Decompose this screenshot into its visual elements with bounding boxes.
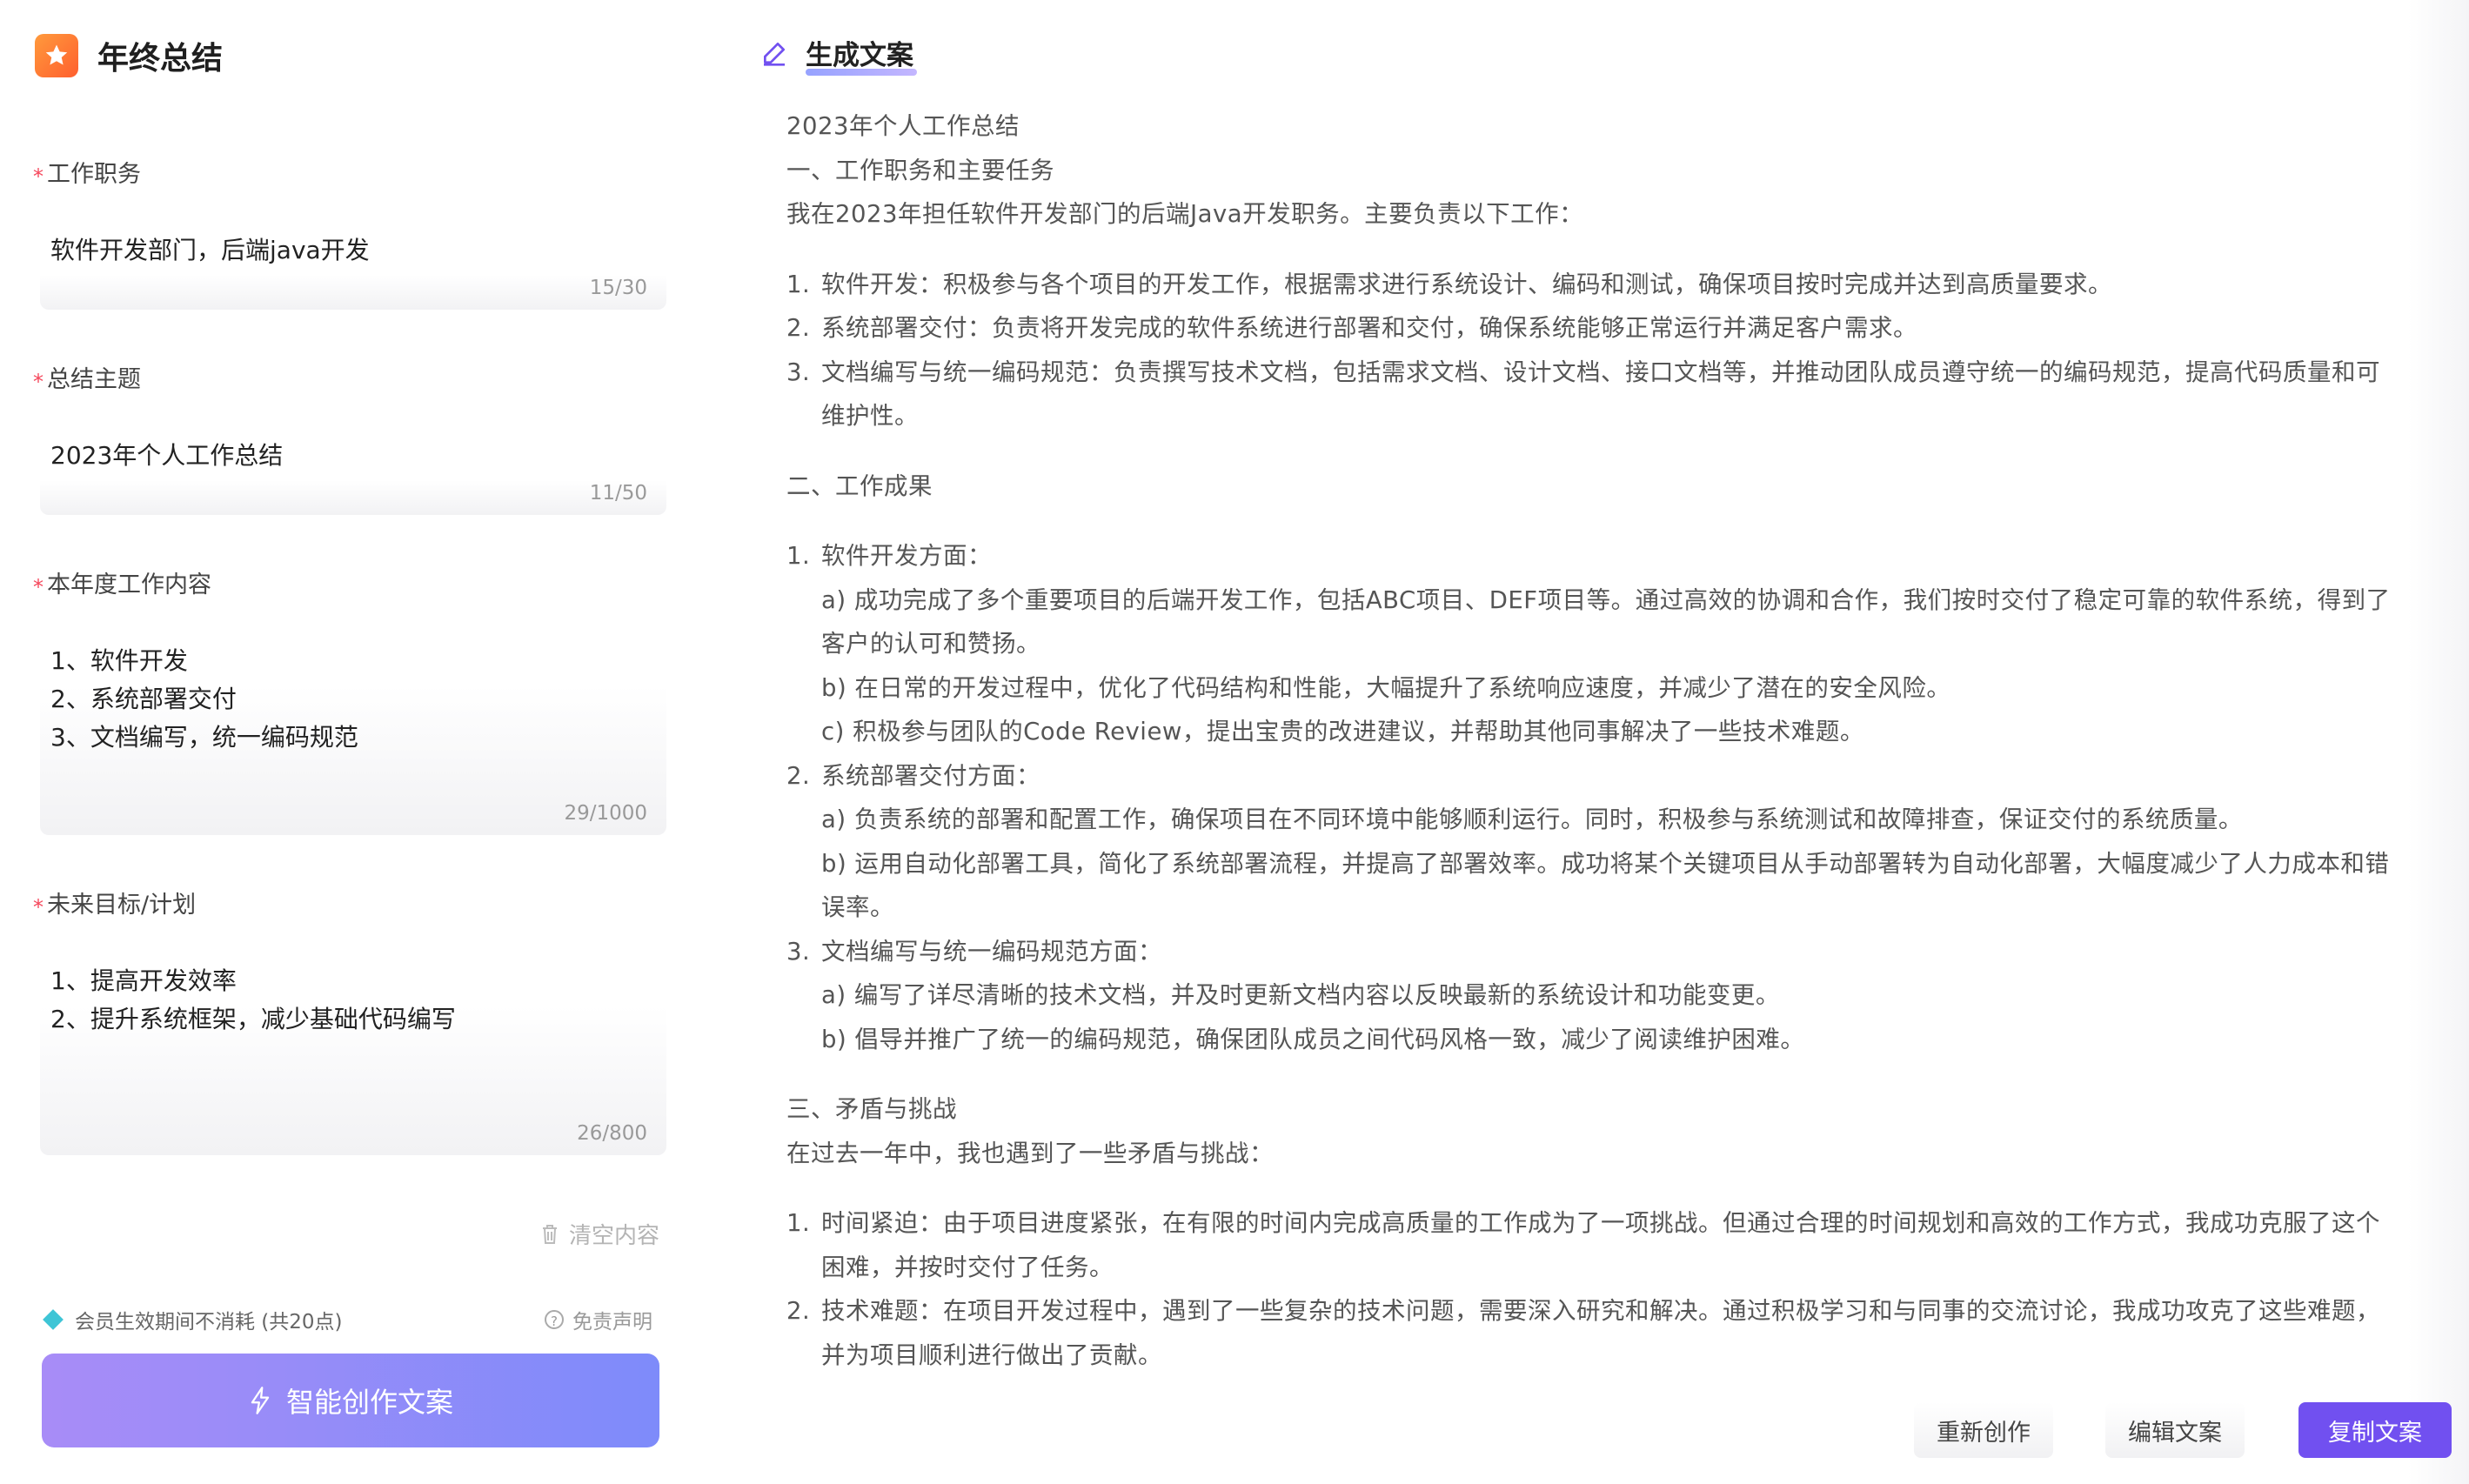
field-label-work: * 本年度工作内容	[33, 572, 211, 599]
char-count: 15/30	[589, 277, 647, 299]
copy-button[interactable]: 复制文案	[2298, 1402, 2452, 1458]
edit-button[interactable]: 编辑文案	[2105, 1402, 2245, 1458]
list-item: 3. 文档编写与统一编码规范方面：	[786, 937, 1162, 966]
list-item: 2. 系统部署交付：负责将开发完成的软件系统进行部署和交付，确保系统能够正常运行并…	[786, 314, 1917, 342]
char-count: 11/50	[589, 482, 647, 505]
sub-item: a) 负责系统的部署和配置工作，确保项目在不同环境中能够顺利运行。同时，积极参与…	[821, 806, 2243, 833]
disclaimer-link[interactable]: ? 免责声明	[545, 1305, 652, 1334]
text-line: 2023年个人工作总结	[786, 112, 1020, 140]
section-heading: 二、工作成果	[786, 471, 933, 500]
list-item: 2. 技术难题：在项目开发过程中，遇到了一些复杂的技术问题，需要深入研究和解决。通…	[786, 1297, 2380, 1369]
required-mark: *	[33, 370, 43, 394]
result-header: 生成文案	[760, 33, 917, 76]
create-label: 智能创作文案	[285, 1386, 453, 1419]
job-field[interactable]: 软件开发部门，后端java开发 15/30	[40, 223, 666, 310]
question-icon: ?	[545, 1310, 564, 1329]
char-count: 26/800	[577, 1122, 647, 1145]
sub-item: b) 运用自动化部署工具，简化了系统部署流程，并提高了部署效率。成功将某个关键项…	[821, 849, 2390, 922]
trash-icon	[543, 1224, 557, 1244]
clear-button[interactable]: 清空内容	[539, 1218, 659, 1250]
clear-label: 清空内容	[569, 1223, 660, 1249]
char-count: 29/1000	[564, 802, 647, 825]
field-label-job: * 工作职务	[33, 161, 141, 189]
create-button[interactable]: 智能创作文案	[42, 1354, 659, 1447]
app-header: 年终总结	[35, 33, 223, 78]
disclaimer-label: 免责声明	[572, 1311, 652, 1334]
list-item: 1. 软件开发：积极参与各个项目的开发工作，根据需求进行系统设计、编码和测试，确保…	[786, 270, 2112, 298]
list-item: 1. 软件开发方面：	[786, 542, 992, 570]
theme-field[interactable]: 2023年个人工作总结 11/50	[40, 428, 666, 515]
result-panel: 生成文案 2023年个人工作总结 一、工作职务和主要任务 我在2023年担任软件…	[696, 0, 2469, 1484]
member-note: 会员生效期间不消耗 (共20点)	[42, 1305, 343, 1334]
star-icon	[35, 34, 78, 77]
work-content-textarea[interactable]: 1、软件开发 2、系统部署交付 3、文档编写，统一编码规范 29/1000	[40, 633, 666, 835]
text-line: 在过去一年中，我也遇到了一些矛盾与挑战：	[786, 1139, 1274, 1167]
pencil-icon	[764, 42, 785, 66]
panel-edge	[2408, 0, 2469, 1484]
app-title: 年终总结	[97, 41, 224, 77]
section-heading: 一、工作职务和主要任务	[786, 156, 1054, 184]
work-content-value: 1、软件开发 2、系统部署交付 3、文档编写，统一编码规范	[50, 646, 358, 752]
text-line: 我在2023年担任软件开发部门的后端Java开发职务。主要负责以下工作：	[786, 200, 1584, 228]
field-label-goals: * 未来目标/计划	[33, 892, 197, 919]
lightning-icon	[251, 1387, 270, 1414]
sub-item: c) 积极参与团队的Code Review，提出宝贵的改进建议，并帮助其他同事解…	[821, 718, 1864, 745]
list-item: 3. 文档编写与统一编码规范：负责撰写技术文档，包括需求文档、设计文档、接口文档等…	[786, 358, 2380, 431]
member-note-text: 会员生效期间不消耗 (共20点)	[75, 1311, 343, 1334]
sub-item: a) 编写了详尽清晰的技术文档，并及时更新文档内容以反映最新的系统设计和功能变更…	[821, 981, 1780, 1009]
diamond-icon	[43, 1309, 64, 1330]
sub-item: b) 在日常的开发过程中，优化了代码结构和性能，大幅提升了系统响应速度，并减少了…	[821, 673, 1951, 702]
field-label-theme: * 总结主题	[33, 366, 141, 394]
sub-item: a) 成功完成了多个重要项目的后端开发工作，包括ABC项目、DEF项目等。通过高…	[821, 585, 2391, 658]
required-mark: *	[33, 895, 43, 919]
required-mark: *	[33, 575, 43, 599]
generated-text: 2023年个人工作总结 一、工作职务和主要任务 我在2023年担任软件开发部门的…	[786, 104, 2396, 1377]
list-item: 2. 系统部署交付方面：	[786, 761, 1040, 790]
list-item: 1. 时间紧迫：由于项目进度紧张，在有限的时间内完成高质量的工作成为了一项挑战。但…	[786, 1209, 2380, 1281]
result-title: 生成文案	[806, 33, 917, 76]
theme-field-value: 2023年个人工作总结	[50, 441, 284, 470]
goals-textarea[interactable]: 1、提高开发效率 2、提升系统框架，减少基础代码编写 26/800	[40, 953, 666, 1155]
form-panel: 年终总结 * 工作职务 软件开发部门，后端java开发 15/30 * 总结主题 2…	[0, 0, 696, 1484]
required-mark: *	[33, 164, 43, 189]
sub-item: b) 倡导并推广了统一的编码规范，确保团队成员之间代码风格一致，减少了阅读维护困…	[821, 1025, 1805, 1053]
job-field-value: 软件开发部门，后端java开发	[50, 236, 370, 264]
regenerate-button[interactable]: 重新创作	[1914, 1402, 2053, 1458]
goals-value: 1、提高开发效率 2、提升系统框架，减少基础代码编写	[50, 966, 456, 1033]
section-heading: 三、矛盾与挑战	[786, 1095, 957, 1123]
